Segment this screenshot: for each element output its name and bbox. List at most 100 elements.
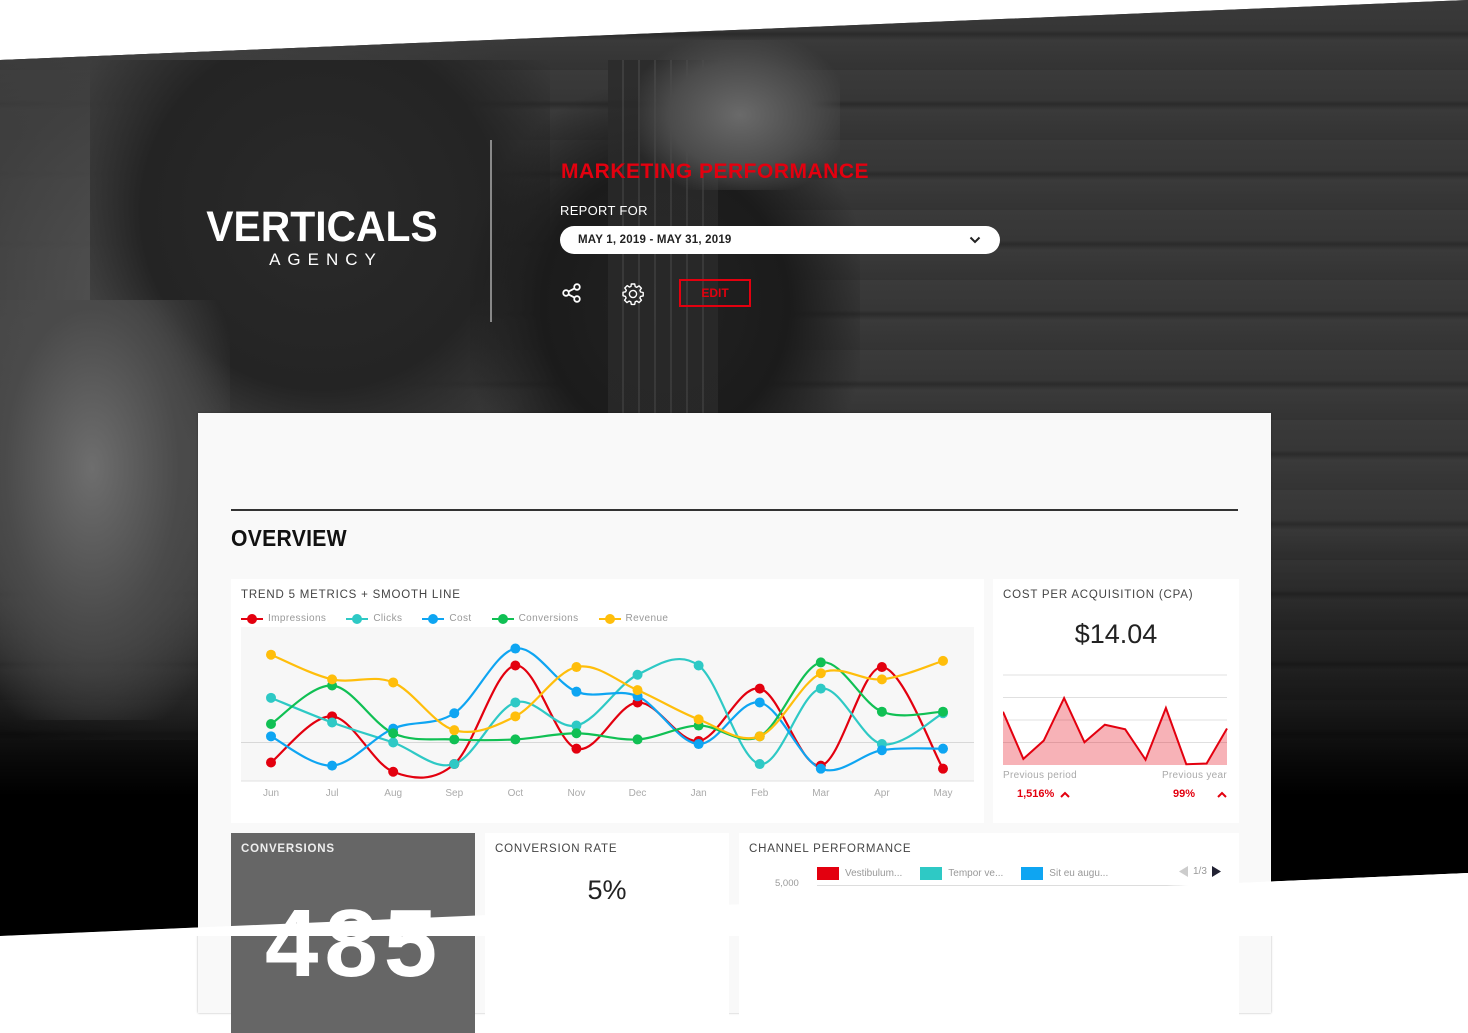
trend-line-chart: Jun Jul Aug Sep Oct Nov Dec Jan Feb Mar Apr May [241,627,974,799]
trend-chart-card: TREND 5 METRICS + SMOOTH LINE Impression… [231,579,984,823]
data-point-impressions [388,766,399,777]
settings-button[interactable] [621,282,645,306]
data-point-impressions [510,660,521,671]
header-divider [490,140,492,322]
cpa-card: COST PER ACQUISITION (CPA) $14.04 Previo… [993,579,1239,823]
prev-page-icon[interactable] [1179,866,1189,877]
data-point-revenue [815,668,826,679]
channel-gridline [817,885,1227,886]
data-point-conversions [571,728,582,739]
data-point-cost [510,643,521,654]
trend-chart-title: TREND 5 METRICS + SMOOTH LINE [241,589,461,601]
cpa-title: COST PER ACQUISITION (CPA) [1003,589,1194,601]
data-point-cost [449,708,460,719]
brand-subtitle: AGENCY [269,250,383,269]
channel-performance-title: CHANNEL PERFORMANCE [749,843,912,855]
data-point-clicks [754,759,765,770]
conversions-title: CONVERSIONS [241,843,335,855]
conversions-value: 485 [265,890,444,997]
x-tick-label: Mar [812,788,830,799]
x-tick-label: Feb [751,788,769,799]
data-point-conversions [938,706,948,717]
section-divider [231,509,1238,511]
data-point-clicks [327,717,338,728]
arrow-up-icon [1060,791,1071,798]
data-point-revenue [388,677,399,688]
previous-year-value: 99% [1172,788,1195,800]
previous-period-change: 1,516% [1017,788,1071,800]
data-point-conversions [388,728,399,739]
conversion-rate-value: 5% [587,875,627,905]
x-tick-label: Aug [384,788,402,799]
x-tick-label: Oct [508,788,524,799]
legend-page-indicator: 1/3 [1193,866,1207,877]
x-tick-label: Jan [691,788,707,799]
data-point-conversions [266,719,276,730]
legend-swatch [817,867,839,880]
legend-label: Vestibulum... [845,868,903,879]
data-point-revenue [327,674,338,685]
brand-name: VERTICALS [206,203,438,251]
data-point-revenue [449,725,460,736]
data-point-cost [693,739,704,750]
chevron-down-icon [968,233,982,247]
date-range-select[interactable]: MAY 1, 2019 - MAY 31, 2019 [560,226,1000,254]
data-point-clicks [693,660,704,671]
data-point-conversions [510,734,521,745]
report-title: MARKETING PERFORMANCE [561,160,869,183]
legend-swatch [491,613,514,624]
data-point-impressions [938,763,948,774]
previous-period-value: 1,516% [1017,788,1055,800]
background-photo-arm [0,300,230,720]
data-point-revenue [571,662,582,673]
data-point-impressions [571,743,582,754]
data-point-cost [266,731,276,742]
channel-legend-item[interactable]: Vestibulum... [817,867,902,880]
data-point-revenue [266,649,276,660]
previous-year-label: Previous year [1161,770,1227,781]
channel-y-tick: 5,000 [775,878,799,889]
x-tick-label: Dec [629,788,647,799]
legend-swatch [346,613,369,624]
date-range-value: MAY 1, 2019 - MAY 31, 2019 [578,234,732,246]
previous-period-label: Previous period [1003,770,1077,781]
data-point-impressions [266,757,276,768]
data-point-clicks [388,737,399,748]
legend-label: Tempor ve... [948,868,1004,879]
legend-swatch [422,613,445,624]
data-point-cost [938,743,948,754]
data-point-clicks [510,697,521,708]
x-tick-label: Sep [445,788,463,799]
data-point-revenue [938,655,948,666]
share-button[interactable] [561,282,585,306]
data-point-clicks [449,759,460,770]
legend-label: Sit eu augu... [1049,868,1109,879]
data-point-revenue [510,711,521,722]
data-point-revenue [693,714,704,725]
data-point-revenue [632,685,643,696]
x-tick-label: Jul [326,788,339,799]
edit-button[interactable]: EDIT [679,279,751,307]
data-point-impressions [754,683,765,694]
section-title-overview: OVERVIEW [231,525,347,551]
gear-icon [622,283,644,306]
legend-swatch [241,613,263,624]
data-point-clicks [266,692,276,703]
next-page-icon[interactable] [1211,866,1221,877]
data-point-cost [876,745,887,756]
cpa-area [1003,698,1227,765]
legend-pager: 1/3 [1179,866,1221,877]
conversion-rate-title: CONVERSION RATE [495,843,618,855]
arrow-up-icon [1217,791,1227,798]
legend-swatch [598,613,621,624]
channel-legend-item[interactable]: Tempor ve... [920,867,1003,880]
data-point-clicks [632,669,643,680]
legend-swatch [920,867,943,880]
channel-legend: Vestibulum... Tempor ve... Sit eu augu..… [817,867,1108,880]
brand-logo: VERTICALS AGENCY [200,204,444,270]
data-point-impressions [876,662,887,673]
data-point-revenue [754,731,765,742]
data-point-conversions [815,657,826,668]
channel-legend-item[interactable]: Sit eu augu... [1021,867,1108,880]
data-point-conversions [632,734,643,745]
